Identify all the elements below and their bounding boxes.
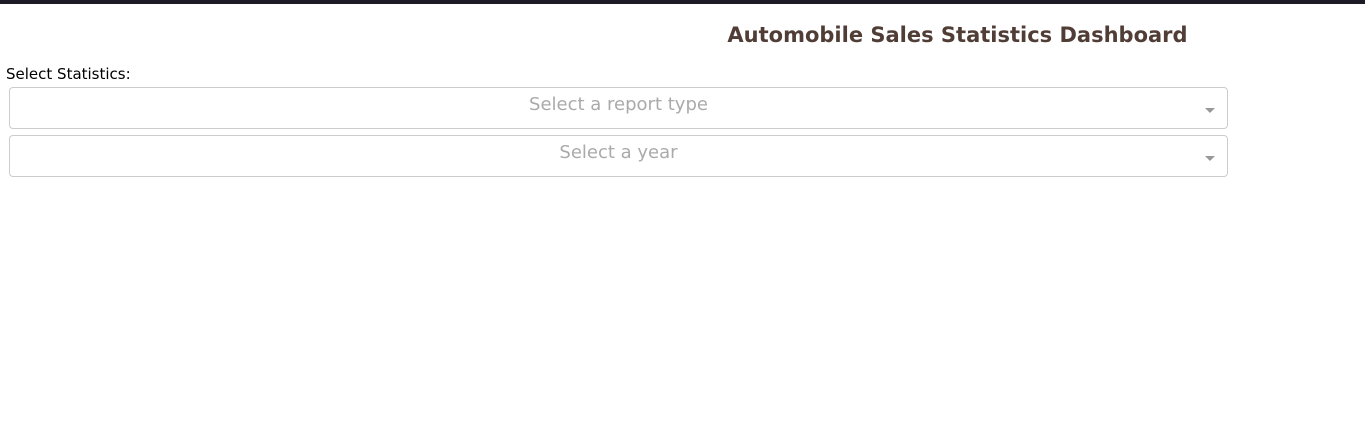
year-placeholder: Select a year: [559, 142, 678, 163]
report-type-placeholder: Select a report type: [529, 94, 708, 115]
year-dropdown[interactable]: Select a year: [9, 135, 1228, 177]
title-area: Automobile Sales Statistics Dashboard: [0, 0, 1365, 60]
page-title: Automobile Sales Statistics Dashboard: [727, 23, 1188, 47]
caret-down-icon[interactable]: [1205, 108, 1215, 113]
select-statistics-label: Select Statistics:: [6, 65, 131, 83]
report-type-dropdown[interactable]: Select a report type: [9, 87, 1228, 129]
caret-down-icon[interactable]: [1205, 156, 1215, 161]
